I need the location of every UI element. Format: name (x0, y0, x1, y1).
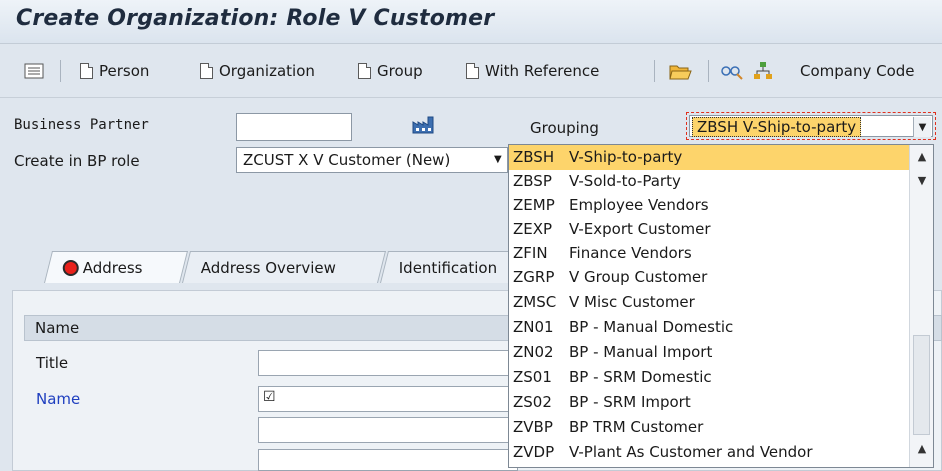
checkbox-icon: ☑ (263, 389, 276, 405)
person-button-label: Person (99, 62, 150, 80)
company-code-label: Company Code (800, 62, 915, 80)
tab-identification-label: Identification (398, 258, 498, 277)
grouping-selected-value: ZBSH V-Ship-to-party (692, 117, 862, 137)
list-item[interactable]: ZVDP V-Plant As Customer and Vendor (509, 440, 909, 465)
grouping-options-list[interactable]: ZBSH V-Ship-to-party ZBSP V-Sold-to-Party … (508, 144, 934, 468)
option-code: ZGRP (513, 268, 555, 286)
option-text: BP TRM Customer (569, 418, 704, 436)
document-icon (358, 63, 371, 79)
company-code-button[interactable]: Company Code (800, 58, 915, 84)
list-item[interactable]: ZFIN Finance Vendors (509, 241, 909, 266)
scroll-down-icon[interactable]: ▼ (910, 169, 933, 191)
list-item[interactable]: ZEXP V-Export Customer (509, 217, 909, 242)
tab-address-overview-label: Address Overview (200, 258, 337, 277)
list-scrollbar[interactable]: ▲ ▼ ▲ (909, 145, 933, 467)
with-reference-button[interactable]: With Reference (466, 58, 599, 84)
person-button[interactable]: Person (80, 58, 149, 84)
tab-address-label: Address (82, 258, 143, 277)
bp-role-select[interactable]: ZCUST X V Customer (New) (236, 147, 508, 173)
toolbar-separator (708, 60, 709, 82)
option-code: ZMSC (513, 293, 557, 311)
option-code: ZBSP (513, 172, 552, 190)
option-code: ZVDP (513, 443, 555, 461)
option-text: BP - Manual Domestic (569, 318, 734, 336)
toolbar-separator (60, 60, 61, 82)
business-partner-label: Business Partner (14, 117, 149, 133)
scroll-up-icon[interactable]: ▲ (910, 437, 933, 459)
open-folder-icon[interactable] (668, 58, 692, 84)
page-title: Create Organization: Role V Customer (16, 6, 495, 31)
chevron-down-icon[interactable]: ▼ (494, 154, 502, 165)
glasses-icon[interactable] (720, 58, 744, 84)
scroll-up-icon[interactable]: ▲ (910, 145, 933, 167)
option-text: V-Export Customer (569, 220, 711, 238)
list-item[interactable]: ZBSP V-Sold-to-Party (509, 169, 909, 194)
group-button-label: Group (377, 62, 423, 80)
list-item[interactable]: ZS01 BP - SRM Domestic (509, 365, 909, 390)
chevron-down-icon[interactable]: ▼ (913, 117, 931, 137)
document-icon (80, 63, 93, 79)
option-code: ZEMP (513, 196, 555, 214)
title-bar: Create Organization: Role V Customer (0, 0, 942, 44)
option-code: ZFIN (513, 244, 548, 262)
list-item[interactable]: ZBSH V-Ship-to-party (509, 145, 909, 170)
organization-button[interactable]: Organization (200, 58, 315, 84)
option-text: BP - SRM Domestic (569, 368, 712, 386)
list-item[interactable]: ZGRP V Group Customer (509, 265, 909, 290)
bp-role-value: ZCUST X V Customer (New) (243, 151, 451, 169)
list-item[interactable]: ZEMP Employee Vendors (509, 193, 909, 218)
option-text: BP - SRM Import (569, 393, 691, 411)
name-input-3[interactable] (258, 449, 518, 471)
list-item[interactable]: ZMSC V Misc Customer (509, 290, 909, 315)
factory-icon[interactable] (412, 116, 434, 138)
list-item[interactable]: ZN01 BP - Manual Domestic (509, 315, 909, 340)
business-partner-input[interactable] (236, 113, 352, 141)
option-code: ZBSH (513, 148, 555, 166)
tab-identification[interactable]: Identification (380, 251, 528, 283)
option-text: Finance Vendors (569, 244, 692, 262)
record-dot-icon (62, 259, 79, 276)
name-input-2[interactable] (258, 417, 518, 443)
application-toolbar: Person Organization Group With Reference… (0, 44, 942, 98)
option-code: ZS02 (513, 393, 552, 411)
title-input[interactable] (258, 350, 518, 376)
list-item[interactable]: ZN02 BP - Manual Import (509, 340, 909, 365)
menu-list-icon[interactable] (24, 58, 44, 84)
option-code: ZN02 (513, 343, 554, 361)
option-text: V-Sold-to-Party (569, 172, 681, 190)
name-input-1[interactable]: ☑ (258, 386, 518, 412)
list-item[interactable]: ZVBP BP TRM Customer (509, 415, 909, 440)
option-text: V-Plant As Customer and Vendor (569, 443, 813, 461)
option-code: ZN01 (513, 318, 554, 336)
scroll-thumb[interactable] (913, 335, 930, 435)
organization-button-label: Organization (219, 62, 315, 80)
name-label: Name (36, 390, 81, 408)
option-code: ZS01 (513, 368, 552, 386)
hierarchy-icon[interactable] (752, 58, 774, 84)
list-item[interactable]: ZS02 BP - SRM Import (509, 390, 909, 415)
option-text: V Group Customer (569, 268, 708, 286)
document-icon (466, 63, 479, 79)
option-text: BP - Manual Import (569, 343, 713, 361)
document-icon (200, 63, 213, 79)
option-code: ZVBP (513, 418, 553, 436)
toolbar-separator (654, 60, 655, 82)
name-section-header-label: Name (35, 319, 80, 337)
with-reference-button-label: With Reference (485, 62, 600, 80)
grouping-label: Grouping (530, 119, 599, 137)
group-button[interactable]: Group (358, 58, 423, 84)
option-text: V-Ship-to-party (569, 148, 683, 166)
tab-address[interactable]: Address (44, 251, 188, 283)
create-in-bp-role-label: Create in BP role (14, 152, 140, 170)
option-text: V Misc Customer (569, 293, 695, 311)
title-label: Title (36, 354, 69, 372)
grouping-dropdown[interactable]: ZBSH V-Ship-to-party ▼ (686, 112, 936, 140)
option-text: Employee Vendors (569, 196, 709, 214)
tab-address-overview[interactable]: Address Overview (182, 251, 386, 283)
option-code: ZEXP (513, 220, 553, 238)
